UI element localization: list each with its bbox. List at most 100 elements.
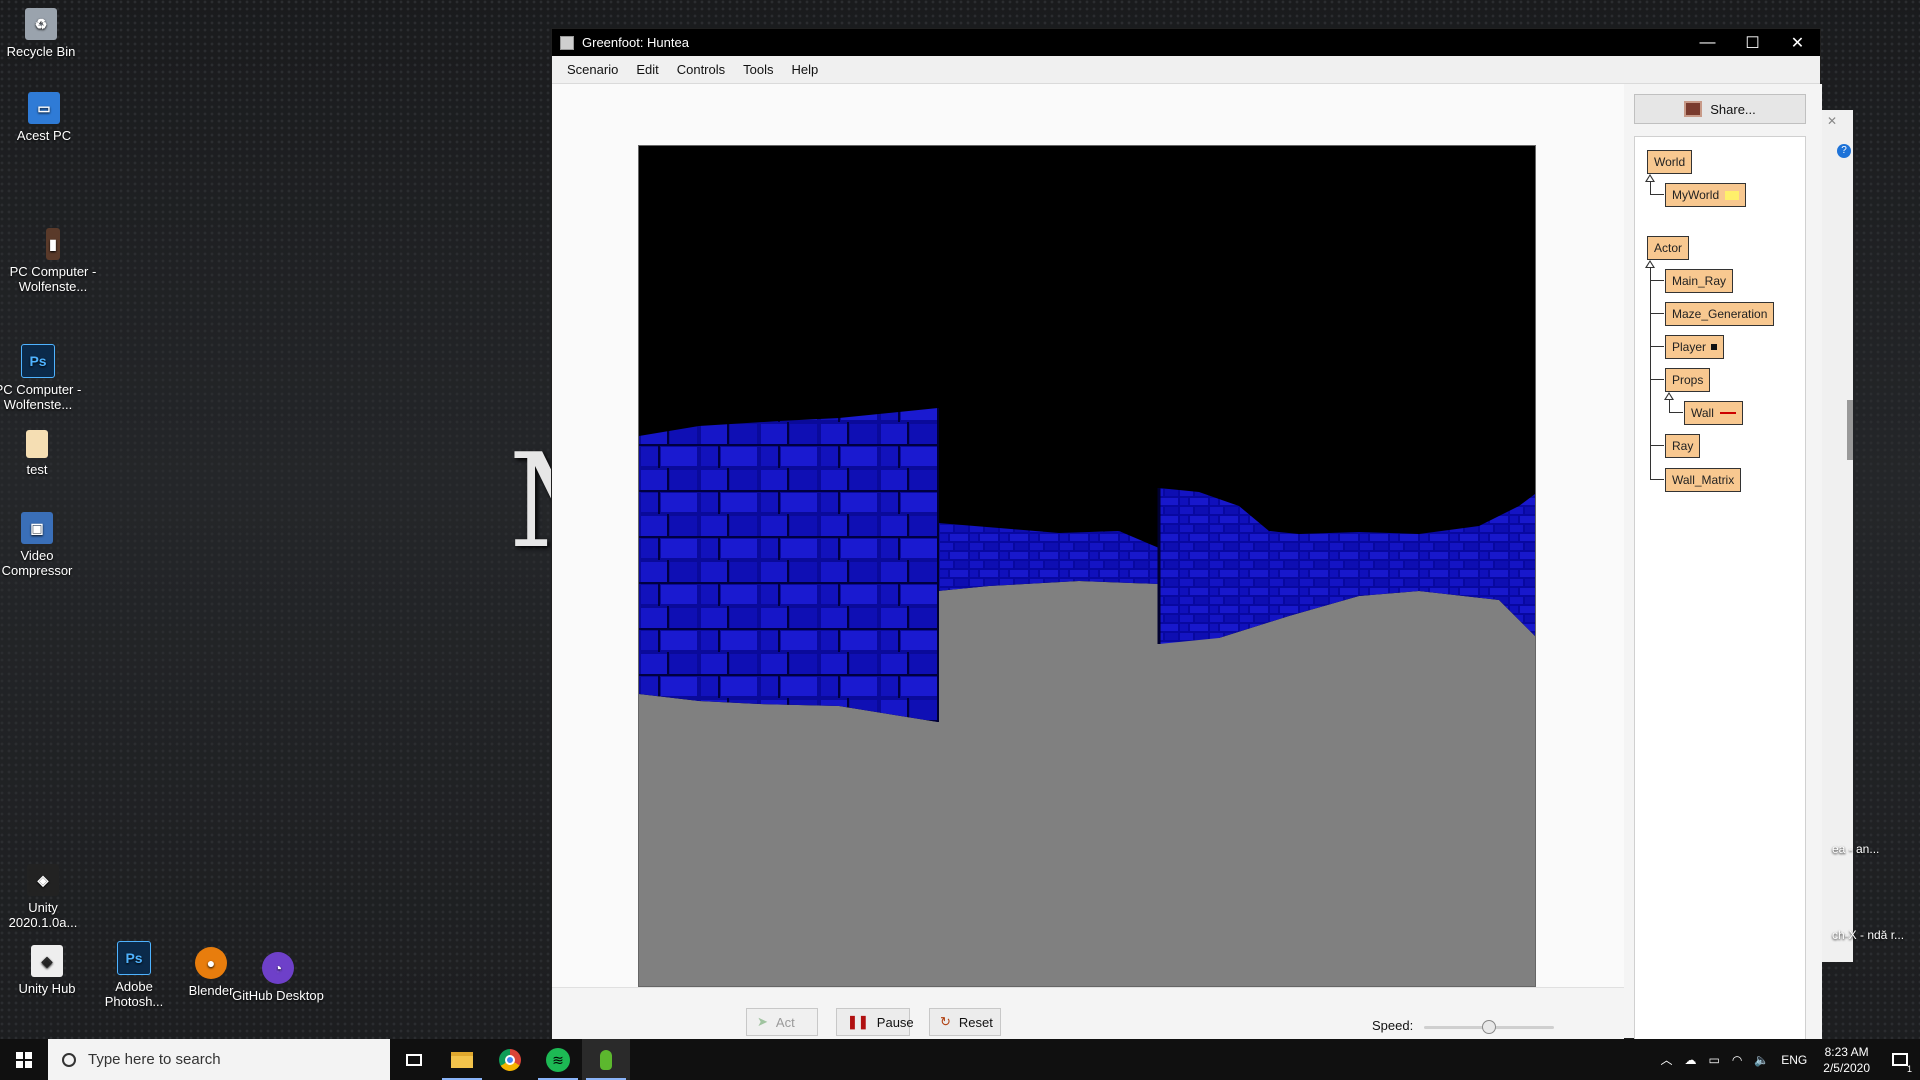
notification-count: 1: [1906, 1064, 1912, 1074]
share-icon: [1684, 101, 1703, 117]
spotify-icon[interactable]: ≋: [534, 1039, 582, 1080]
menu-edit[interactable]: Edit: [627, 62, 667, 77]
class-tree: World MyWorld Actor Main_Ray Maze_Genera…: [1634, 136, 1806, 1040]
class-maze-generation[interactable]: Maze_Generation: [1665, 302, 1779, 330]
background-window[interactable]: ✕ ?: [1820, 110, 1853, 962]
pause-button[interactable]: ❚❚ Pause: [836, 1008, 914, 1036]
desktop-icon-unity[interactable]: ◈ Unity 2020.1.0a...: [0, 864, 91, 930]
language-indicator[interactable]: ENG: [1775, 1053, 1813, 1067]
class-label: Main_Ray: [1672, 274, 1727, 288]
help-icon[interactable]: ?: [1837, 144, 1851, 158]
class-player[interactable]: Player: [1665, 335, 1729, 363]
start-button[interactable]: [0, 1039, 48, 1080]
battery-icon[interactable]: ▭: [1702, 1053, 1725, 1067]
inherit-arrow: [1645, 260, 1655, 268]
tree-line: [1650, 346, 1664, 347]
chevron-up-icon[interactable]: ︿: [1654, 1051, 1678, 1068]
act-button[interactable]: ➤ Act: [746, 1008, 818, 1036]
search-placeholder: Type here to search: [88, 1051, 221, 1068]
share-button-label: Share...: [1710, 101, 1756, 117]
taskbar: Type here to search ≋ ︿ ☁ ▭ ◠ 🔈 ENG 8:23…: [0, 1039, 1920, 1080]
tree-line: [1650, 479, 1664, 480]
desktop-icon-label: test: [26, 462, 48, 477]
desktop-icon-partial-2[interactable]: ch-X - ndă r...: [1832, 928, 1912, 943]
desktop-icon-unity-hub[interactable]: ◈ Unity Hub: [0, 945, 95, 996]
greenfoot-icon[interactable]: [582, 1039, 630, 1080]
blender-icon: ●: [195, 947, 227, 979]
close-icon[interactable]: ✕: [1827, 114, 1837, 128]
notification-center-icon[interactable]: 1: [1880, 1039, 1920, 1080]
class-ray[interactable]: Ray: [1665, 434, 1705, 462]
class-wall-matrix[interactable]: Wall_Matrix: [1665, 468, 1746, 496]
world-canvas[interactable]: [638, 145, 1536, 987]
wifi-icon[interactable]: ◠: [1726, 1053, 1748, 1067]
inherit-arrow: [1645, 174, 1655, 182]
desktop-icon-label: GitHub Desktop: [232, 988, 324, 1003]
class-label: Ray: [1672, 439, 1694, 453]
pause-icon: ❚❚: [847, 1014, 869, 1029]
title-bar[interactable]: Greenfoot: Huntea — ☐ ✕: [552, 29, 1820, 56]
desktop-icon-wolfenstein-1[interactable]: ▮ PC Computer - Wolfenste...: [5, 228, 101, 294]
close-button[interactable]: ✕: [1775, 29, 1820, 56]
desktop-icon-label: ea - an...: [1832, 842, 1880, 856]
clock-time: 8:23 AM: [1824, 1044, 1869, 1059]
share-button[interactable]: Share...: [1634, 94, 1806, 124]
class-label: Props: [1672, 373, 1704, 387]
desktop-icon-label: PC Computer - Wolfenste...: [9, 264, 97, 294]
desktop-icon-label: Video Compressor: [1, 548, 73, 578]
desktop-icon-this-pc[interactable]: ▭ Acest PC: [0, 92, 92, 143]
act-button-label: Act: [775, 1014, 795, 1030]
maximize-button[interactable]: ☐: [1730, 29, 1775, 56]
system-tray: ︿ ☁ ▭ ◠ 🔈 ENG 8:23 AM 2/5/2020 1: [1654, 1039, 1920, 1080]
class-pane: Share... World MyWorld Actor Main_Ray Ma…: [1634, 84, 1822, 1040]
volume-icon[interactable]: 🔈: [1748, 1053, 1775, 1067]
search-icon: [62, 1052, 76, 1067]
reset-button[interactable]: ↻ Reset: [929, 1008, 1001, 1036]
class-props[interactable]: Props: [1665, 368, 1715, 396]
clock[interactable]: 8:23 AM 2/5/2020: [1813, 1044, 1880, 1076]
wall-thumbnail: [1719, 412, 1736, 414]
file-explorer-icon[interactable]: [438, 1039, 486, 1080]
greenfoot-window[interactable]: Greenfoot: Huntea — ☐ ✕ Scenario Edit Co…: [551, 28, 1822, 1041]
chrome-icon[interactable]: [486, 1039, 534, 1080]
unity-hub-icon: ◈: [31, 945, 63, 977]
class-wall[interactable]: Wall: [1684, 401, 1747, 429]
onedrive-icon[interactable]: ☁: [1678, 1053, 1702, 1067]
reset-button-label: Reset: [958, 1014, 993, 1030]
desktop-icon-label: Blender: [188, 983, 234, 998]
minimize-button[interactable]: —: [1685, 29, 1730, 56]
desktop-icon-wolfenstein-2[interactable]: Ps PC Computer - Wolfenste...: [0, 344, 86, 412]
control-bar: ➤ Act ❚❚ Pause ↻ Reset Speed:: [552, 987, 1624, 1041]
class-main-ray[interactable]: Main_Ray: [1665, 269, 1738, 297]
recycle-bin-icon: ♻: [25, 8, 57, 40]
tree-line: [1650, 268, 1651, 480]
desktop-icon-label: Unity Hub: [18, 981, 76, 996]
slider-thumb[interactable]: [1482, 1020, 1496, 1034]
class-world[interactable]: World: [1647, 150, 1697, 178]
tree-line: [1650, 182, 1651, 194]
class-label: Wall_Matrix: [1672, 473, 1735, 487]
speed-slider[interactable]: [1424, 1020, 1554, 1034]
class-myworld[interactable]: MyWorld: [1665, 183, 1751, 211]
tree-line: [1650, 379, 1664, 380]
menu-help[interactable]: Help: [783, 62, 828, 77]
desktop-icon-video-compressor[interactable]: ▣ Video Compressor: [0, 512, 85, 578]
video-compressor-icon: ▣: [21, 512, 53, 544]
menu-scenario[interactable]: Scenario: [552, 62, 627, 77]
myworld-thumbnail: [1725, 190, 1740, 200]
menu-controls[interactable]: Controls: [668, 62, 734, 77]
class-actor[interactable]: Actor: [1647, 236, 1694, 264]
photoshop-icon: Ps: [117, 941, 151, 975]
scrollbar[interactable]: [1847, 400, 1853, 460]
class-label: World: [1654, 155, 1686, 169]
menu-tools[interactable]: Tools: [734, 62, 782, 77]
desktop-icon-github-desktop[interactable]: ◔ GitHub Desktop: [230, 952, 326, 1003]
task-view-icon[interactable]: [390, 1039, 438, 1080]
class-label: Actor: [1654, 241, 1683, 255]
desktop-icon-test[interactable]: test: [0, 430, 85, 477]
desktop-icon-partial-1[interactable]: ea - an...: [1832, 842, 1912, 857]
taskbar-search[interactable]: Type here to search: [48, 1039, 390, 1080]
desktop-icon-label: Adobe Photosh...: [104, 979, 164, 1009]
desktop-icon-recycle-bin[interactable]: ♻ Recycle Bin: [0, 8, 89, 59]
unity-icon: ◈: [27, 864, 59, 896]
